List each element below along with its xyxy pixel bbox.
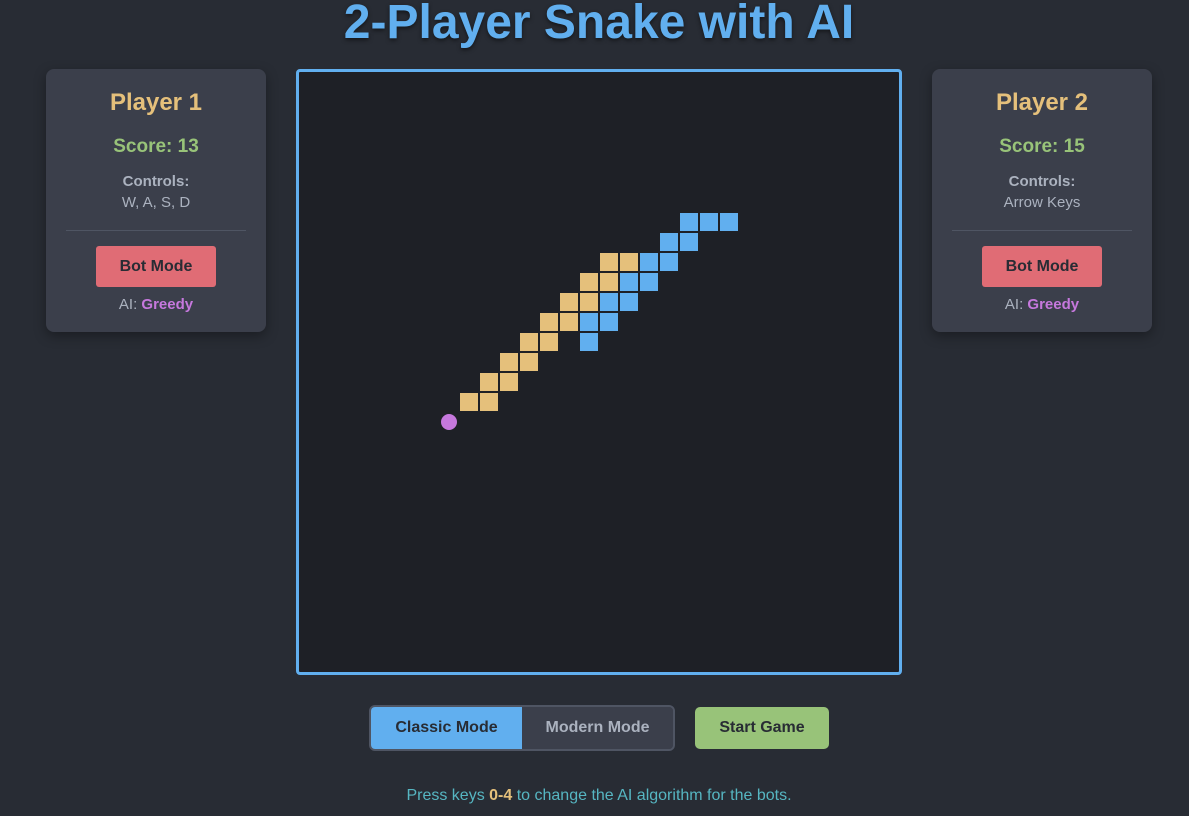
player-score: Score: 13 (113, 136, 199, 157)
snake-1-segment (460, 393, 478, 411)
player-name: Player 2 (995, 89, 1089, 116)
ai-algorithm-name: Greedy (1027, 296, 1080, 313)
snake-2-segment (600, 313, 618, 331)
snake-1-segment (600, 253, 618, 271)
snake-2-segment (580, 313, 598, 331)
snake-2-segment (680, 213, 698, 231)
classic-mode-button[interactable]: Classic Mode (371, 707, 522, 749)
hint-keys: 0-4 (489, 787, 513, 804)
ai-algorithm-line: AI: Greedy (46, 296, 266, 313)
snake-2-segment (680, 233, 698, 251)
game-board[interactable] (296, 69, 902, 675)
snake-1-segment (480, 393, 498, 411)
bot-mode-button[interactable]: Bot Mode (96, 246, 216, 287)
snake-1-segment (560, 313, 578, 331)
snake-1-segment (540, 313, 558, 331)
snake-1-segment (540, 333, 558, 351)
mode-toggle: Classic Mode Modern Mode (369, 705, 675, 751)
food-pellet (441, 414, 457, 430)
controls-keys: W, A, S, D (121, 194, 191, 211)
controls-label: Controls: (122, 173, 190, 190)
modern-mode-button[interactable]: Modern Mode (522, 707, 673, 749)
snake-2-segment (580, 333, 598, 351)
snake-2-segment (700, 213, 718, 231)
divider (66, 230, 246, 231)
page-title: 2-Player Snake with AI (343, 0, 855, 49)
bot-mode-button[interactable]: Bot Mode (982, 246, 1102, 287)
hint-before: Press keys (406, 787, 490, 804)
snake-2-segment (640, 253, 658, 271)
snake-1-segment (580, 293, 598, 311)
ai-algorithm-name: Greedy (141, 296, 194, 313)
start-game-button[interactable]: Start Game (695, 707, 829, 749)
snake-1-segment (520, 333, 538, 351)
snake-1-segment (500, 373, 518, 391)
player-2-panel: Player 2 Score: 15 Controls: Arrow Keys … (932, 69, 1152, 332)
board-canvas (441, 213, 738, 430)
snake-2-segment (660, 253, 678, 271)
ai-label: AI: (118, 296, 138, 313)
controls-label: Controls: (1008, 173, 1076, 190)
snake-2-segment (660, 233, 678, 251)
player-1-panel: Player 1 Score: 13 Controls: W, A, S, D … (46, 69, 266, 332)
snake-2-segment (620, 293, 638, 311)
hint-text: Press keys 0-4 to change the AI algorith… (0, 787, 1189, 805)
snake-2-segment (620, 273, 638, 291)
divider (952, 230, 1132, 231)
snake-2-segment (600, 293, 618, 311)
hint-after: to change the AI algorithm for the bots. (512, 787, 792, 804)
player-name: Player 1 (109, 89, 203, 116)
controls-keys: Arrow Keys (1003, 194, 1081, 211)
snake-2-segment (640, 273, 658, 291)
ai-label: AI: (1004, 296, 1024, 313)
ai-algorithm-line: AI: Greedy (932, 296, 1152, 313)
snake-2-segment (720, 213, 738, 231)
snake-1-segment (520, 353, 538, 371)
player-score: Score: 15 (999, 136, 1085, 157)
snake-1-segment (620, 253, 638, 271)
snake-1-segment (600, 273, 618, 291)
snake-1-segment (560, 293, 578, 311)
snake-1-segment (580, 273, 598, 291)
snake-1-segment (480, 373, 498, 391)
snake-1-segment (500, 353, 518, 371)
